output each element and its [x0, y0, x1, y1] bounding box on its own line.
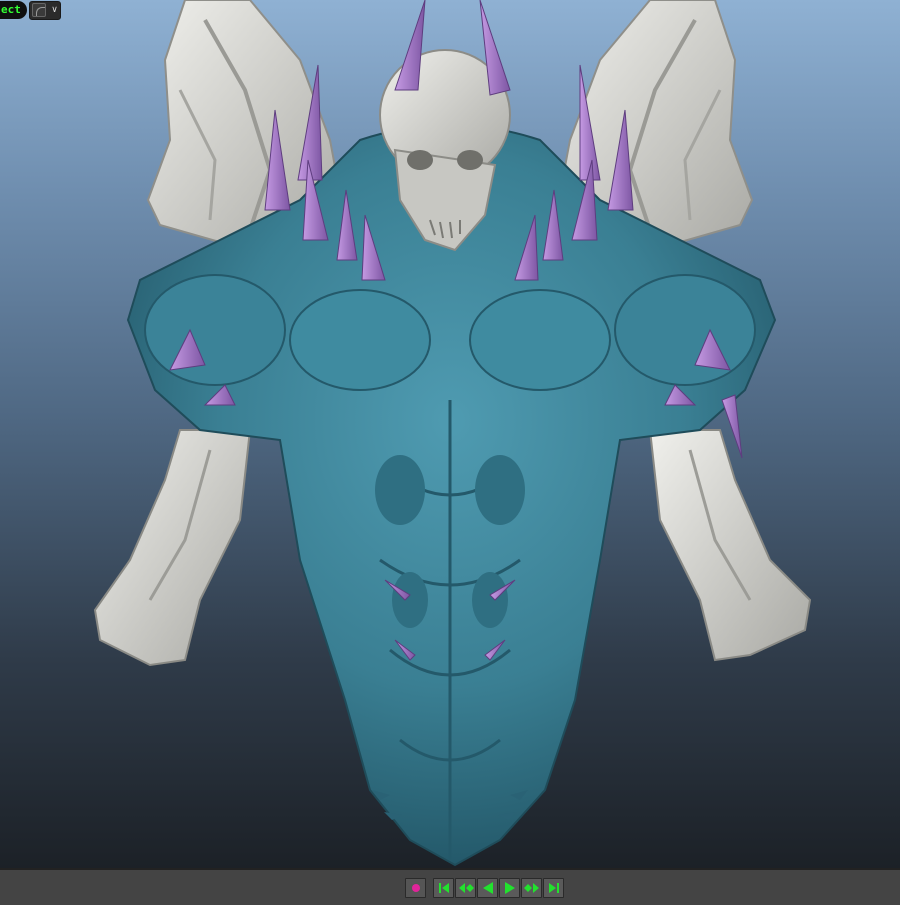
- camera-name-label: ect: [0, 1, 27, 19]
- chevron-down-icon: ∨: [51, 4, 58, 15]
- play-backwards-button[interactable]: [477, 878, 498, 898]
- record-dot-icon: [411, 884, 420, 892]
- go-to-end-button[interactable]: [543, 878, 564, 898]
- play-forwards-icon: [504, 882, 515, 894]
- sculpt-model: [93, 0, 812, 867]
- step-forward-key-button[interactable]: [521, 878, 542, 898]
- viewport-hud: ect ∨: [0, 0, 61, 20]
- time-slider-bar: [0, 868, 900, 905]
- camera-icon: [31, 3, 46, 17]
- play-forwards-button[interactable]: [499, 878, 520, 898]
- skip-to-end-icon: [548, 883, 559, 893]
- step-back-key-icon: [458, 883, 474, 893]
- go-to-start-button[interactable]: [433, 878, 454, 898]
- arm-right: [648, 429, 812, 662]
- step-back-key-button[interactable]: [455, 878, 476, 898]
- skip-to-start-icon: [438, 883, 449, 893]
- camera-menu-button[interactable]: ∨: [28, 0, 61, 20]
- play-backwards-icon: [482, 882, 493, 894]
- playback-controls: [405, 877, 564, 899]
- arm-left: [93, 429, 252, 667]
- 3d-viewport[interactable]: ect ∨: [0, 0, 900, 868]
- auto-key-button[interactable]: [405, 878, 426, 898]
- step-forward-key-icon: [523, 883, 539, 893]
